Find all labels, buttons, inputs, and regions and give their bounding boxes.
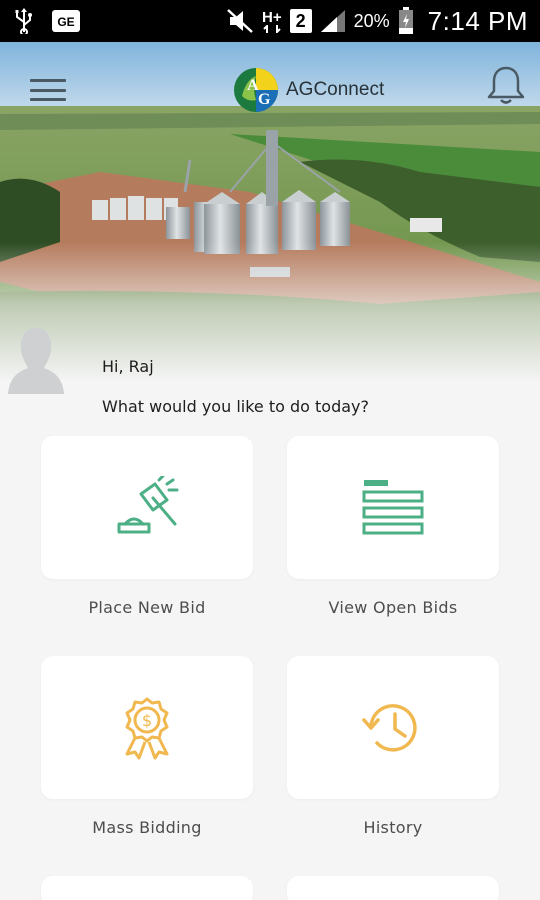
svg-text:G: G	[258, 91, 271, 108]
sim-2-icon: 2	[289, 9, 312, 33]
greeting-hello: Hi, Raj	[102, 357, 154, 376]
status-bar: GE H+ 2 20% 7:14 PM	[0, 0, 540, 42]
hamburger-menu-icon[interactable]	[30, 76, 66, 104]
list-icon	[362, 479, 424, 534]
network-label: H+	[262, 8, 282, 26]
history-tile[interactable]	[287, 656, 499, 799]
award-dollar-icon: $	[125, 697, 169, 759]
ag-logo-icon: A G	[234, 68, 278, 112]
clock-time: 7:14 PM	[427, 5, 528, 36]
greeting-question: What would you like to do today?	[102, 397, 369, 416]
gavel-icon	[117, 475, 179, 533]
app-logo: A G AGConnect	[232, 66, 384, 114]
view-open-bids-label: View Open Bids	[328, 598, 458, 617]
mass-bidding-label: Mass Bidding	[92, 818, 202, 837]
next-row-tile-right[interactable]	[287, 876, 499, 900]
usb-icon	[14, 8, 34, 34]
next-row-tile-left[interactable]	[41, 876, 253, 900]
notification-bell-icon[interactable]	[484, 63, 528, 107]
mute-icon	[226, 8, 254, 34]
ge-label: GE	[57, 15, 74, 29]
history-clock-icon	[362, 703, 417, 752]
signal-hplus-icon: H+	[262, 10, 282, 33]
place-new-bid-tile[interactable]	[41, 436, 253, 579]
history-label: History	[363, 818, 423, 837]
cell-signal-icon	[320, 9, 346, 33]
mass-bidding-tile[interactable]: $	[41, 656, 253, 799]
battery-percent: 20%	[353, 10, 390, 31]
app-name: AGConnect	[286, 79, 385, 100]
battery-icon	[398, 7, 414, 35]
ge-icon: GE	[52, 10, 80, 32]
place-new-bid-label: Place New Bid	[88, 598, 206, 617]
avatar[interactable]	[6, 324, 66, 396]
view-open-bids-tile[interactable]	[287, 436, 499, 579]
svg-text:$: $	[142, 711, 152, 730]
